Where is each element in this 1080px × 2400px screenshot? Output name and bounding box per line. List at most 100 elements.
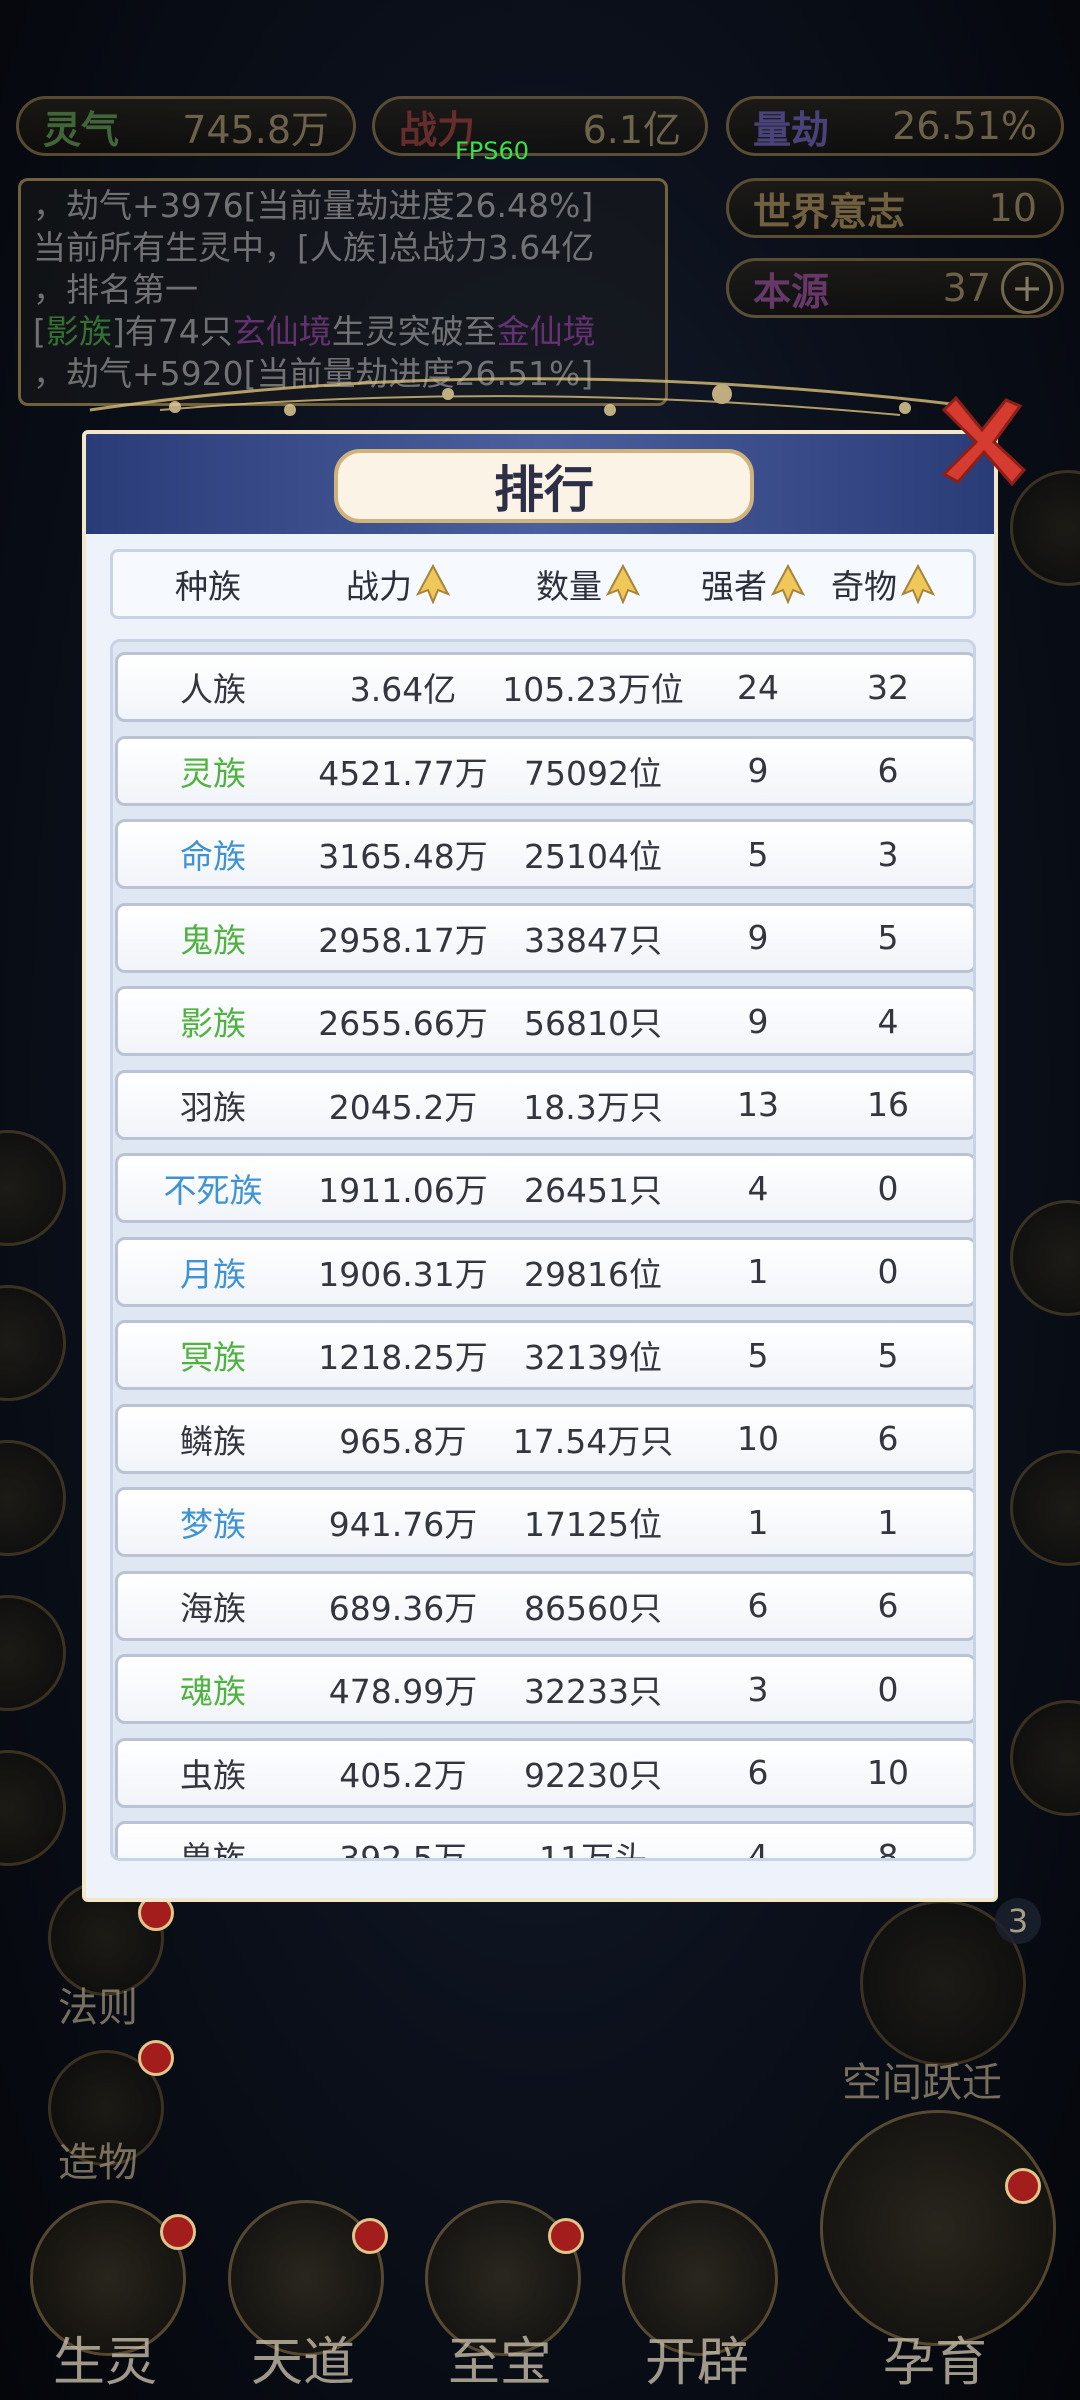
header-race: 种族: [175, 567, 241, 606]
table-row[interactable]: 灵族 4521.77万 75092位 9 6: [115, 735, 973, 806]
race-cell: 冥族: [180, 1338, 246, 1377]
liangjie-value: 26.51%: [892, 104, 1037, 148]
strong-cell: 9: [747, 918, 769, 957]
power-cell: 2045.2万: [328, 1087, 478, 1127]
power-cell: 392.5万: [339, 1839, 467, 1861]
lingqi-stat: 灵气 745.8万: [16, 96, 356, 156]
table-row[interactable]: 鬼族 2958.17万 33847只 9 5: [115, 902, 973, 973]
left-side-icon[interactable]: [0, 1750, 66, 1866]
kongjian-badge: 3: [995, 1898, 1041, 1944]
sort-arrow-icon: [771, 564, 805, 604]
shijie-label: 世界意志: [753, 188, 906, 234]
faze-label[interactable]: 法则: [58, 1975, 138, 2033]
log-line: ，劫气+3976[当前量劫进度26.48%]: [33, 186, 594, 225]
left-side-icon[interactable]: [0, 1130, 66, 1246]
close-icon[interactable]: [932, 392, 1032, 492]
relics-cell: 5: [877, 1335, 899, 1375]
nav-label: 孕育: [882, 2333, 987, 2393]
count-cell: 33847只: [524, 920, 662, 960]
table-row[interactable]: 梦族 941.76万 17125位 1 1: [115, 1487, 973, 1557]
table-row[interactable]: 人族 3.64亿 105.23万位 24 32: [115, 652, 973, 722]
sort-arrow-icon: [416, 564, 450, 604]
log-line: ，排名第一: [33, 270, 198, 309]
zhanli-stat: 战力 6.1亿: [372, 96, 708, 156]
sort-by-count-button[interactable]: 数量: [493, 560, 683, 608]
nav-kaipi-button[interactable]: 开辟: [612, 2200, 782, 2400]
table-row[interactable]: 虫族 405.2万 92230只 6 10: [115, 1737, 973, 1808]
table-row[interactable]: 冥族 1218.25万 32139位 5 5: [115, 1320, 973, 1390]
kongjian-label[interactable]: 空间跃迁: [842, 2050, 1002, 2108]
strong-cell: 9: [747, 751, 769, 790]
strong-cell: 13: [737, 1085, 779, 1124]
nav-notification-dot: [160, 2214, 196, 2250]
table-row[interactable]: 海族 689.36万 86560只 6 6: [115, 1570, 973, 1641]
table-row[interactable]: 月族 1906.31万 29816位 1 0: [115, 1236, 973, 1307]
power-cell: 965.8万: [339, 1421, 467, 1461]
sort-arrow-icon: [606, 564, 640, 604]
modal-ornament: [89, 377, 961, 416]
nav-yunyu-button[interactable]: 孕育: [820, 2110, 1056, 2400]
strong-cell: 5: [747, 834, 769, 874]
shijie-value: 10: [988, 186, 1037, 230]
race-cell: 海族: [180, 1588, 246, 1628]
zaowu-label[interactable]: 造物: [58, 2130, 138, 2188]
lingqi-label: 灵气: [43, 106, 120, 152]
benyuan-stat: 本源 37 +: [726, 258, 1064, 318]
liangjie-stat: 量劫 26.51%: [726, 96, 1064, 156]
race-cell: 不死族: [163, 1171, 263, 1210]
nav-label: 开辟: [644, 2333, 749, 2393]
relics-cell: 8: [877, 1836, 899, 1861]
table-row[interactable]: 羽族 2045.2万 18.3万只 13 16: [115, 1069, 973, 1140]
relics-cell: 6: [877, 1586, 899, 1625]
sort-by-relics-button[interactable]: 奇物: [823, 560, 943, 608]
ranking-modal: 排行 种族 战力 数量 强者 奇物 人族 3.64亿 105.23万位 24 32 灵族 4…: [82, 430, 998, 1902]
table-header: 种族 战力 数量 强者 奇物: [110, 549, 976, 619]
table-row[interactable]: 鳞族 965.8万 17.54万只 10 6: [115, 1403, 973, 1474]
right-side-icon[interactable]: [1010, 1200, 1080, 1316]
left-side-icon[interactable]: [0, 1440, 66, 1556]
power-cell: 941.76万: [328, 1505, 478, 1544]
table-row[interactable]: 魂族 478.99万 32233只 3 0: [115, 1654, 973, 1724]
table-row[interactable]: 兽族 392.5万 11万头 4 8: [115, 1821, 973, 1861]
left-side-icon[interactable]: [0, 1595, 66, 1711]
count-cell: 32233只: [524, 1672, 662, 1711]
race-cell: 虫族: [180, 1755, 246, 1795]
count-cell: 56810只: [524, 1004, 662, 1043]
fps-counter: FPS60: [455, 137, 530, 165]
nav-notification-dot: [352, 2218, 388, 2254]
power-cell: 4521.77万: [318, 753, 488, 793]
strong-cell: 3: [747, 1669, 769, 1709]
modal-title-plate: 排行: [334, 449, 754, 523]
power-cell: 1911.06万: [318, 1171, 488, 1210]
count-cell: 17125位: [524, 1505, 662, 1544]
right-side-icon[interactable]: [1010, 1700, 1080, 1816]
race-cell: 兽族: [180, 1839, 246, 1861]
power-cell: 2958.17万: [318, 920, 488, 960]
race-cell: 灵族: [180, 753, 246, 793]
sort-by-strong-button[interactable]: 强者: [683, 560, 823, 608]
left-side-icon[interactable]: [0, 1285, 66, 1401]
strong-cell: 4: [747, 1836, 769, 1861]
sort-by-power-button[interactable]: 战力: [303, 560, 493, 608]
modal-title: 排行: [494, 460, 594, 519]
count-cell: 32139位: [524, 1338, 662, 1377]
zhanli-value: 6.1亿: [582, 107, 681, 152]
race-cell: 鳞族: [180, 1421, 246, 1461]
right-side-icon[interactable]: [1010, 1450, 1080, 1566]
relics-cell: 1: [877, 1502, 899, 1542]
shijie-stat: 世界意志 10: [726, 178, 1064, 238]
table-row[interactable]: 不死族 1911.06万 26451只 4 0: [115, 1153, 973, 1223]
relics-cell: 0: [877, 1669, 899, 1709]
zaowu-notification-dot: [138, 2040, 174, 2076]
table-row[interactable]: 影族 2655.66万 56810只 9 4: [115, 986, 973, 1056]
benyuan-label: 本源: [753, 268, 830, 314]
strong-cell: 1: [747, 1502, 769, 1542]
table-row[interactable]: 命族 3165.48万 25104位 5 3: [115, 819, 973, 889]
add-benyuan-icon[interactable]: +: [1001, 262, 1053, 314]
benyuan-value: 37: [942, 266, 991, 310]
ranking-list[interactable]: 人族 3.64亿 105.23万位 24 32 灵族 4521.77万 75092位 9 6 命族 3…: [110, 639, 976, 1861]
game-background: 灵气 745.8万 战力 6.1亿 量劫 26.51% 世界意志 10 本源 3…: [0, 0, 1080, 2400]
race-cell: 梦族: [180, 1505, 246, 1544]
log-line: 当前所有生灵中，[人族]总战力3.64亿: [33, 228, 595, 267]
power-cell: 1906.31万: [318, 1254, 488, 1294]
